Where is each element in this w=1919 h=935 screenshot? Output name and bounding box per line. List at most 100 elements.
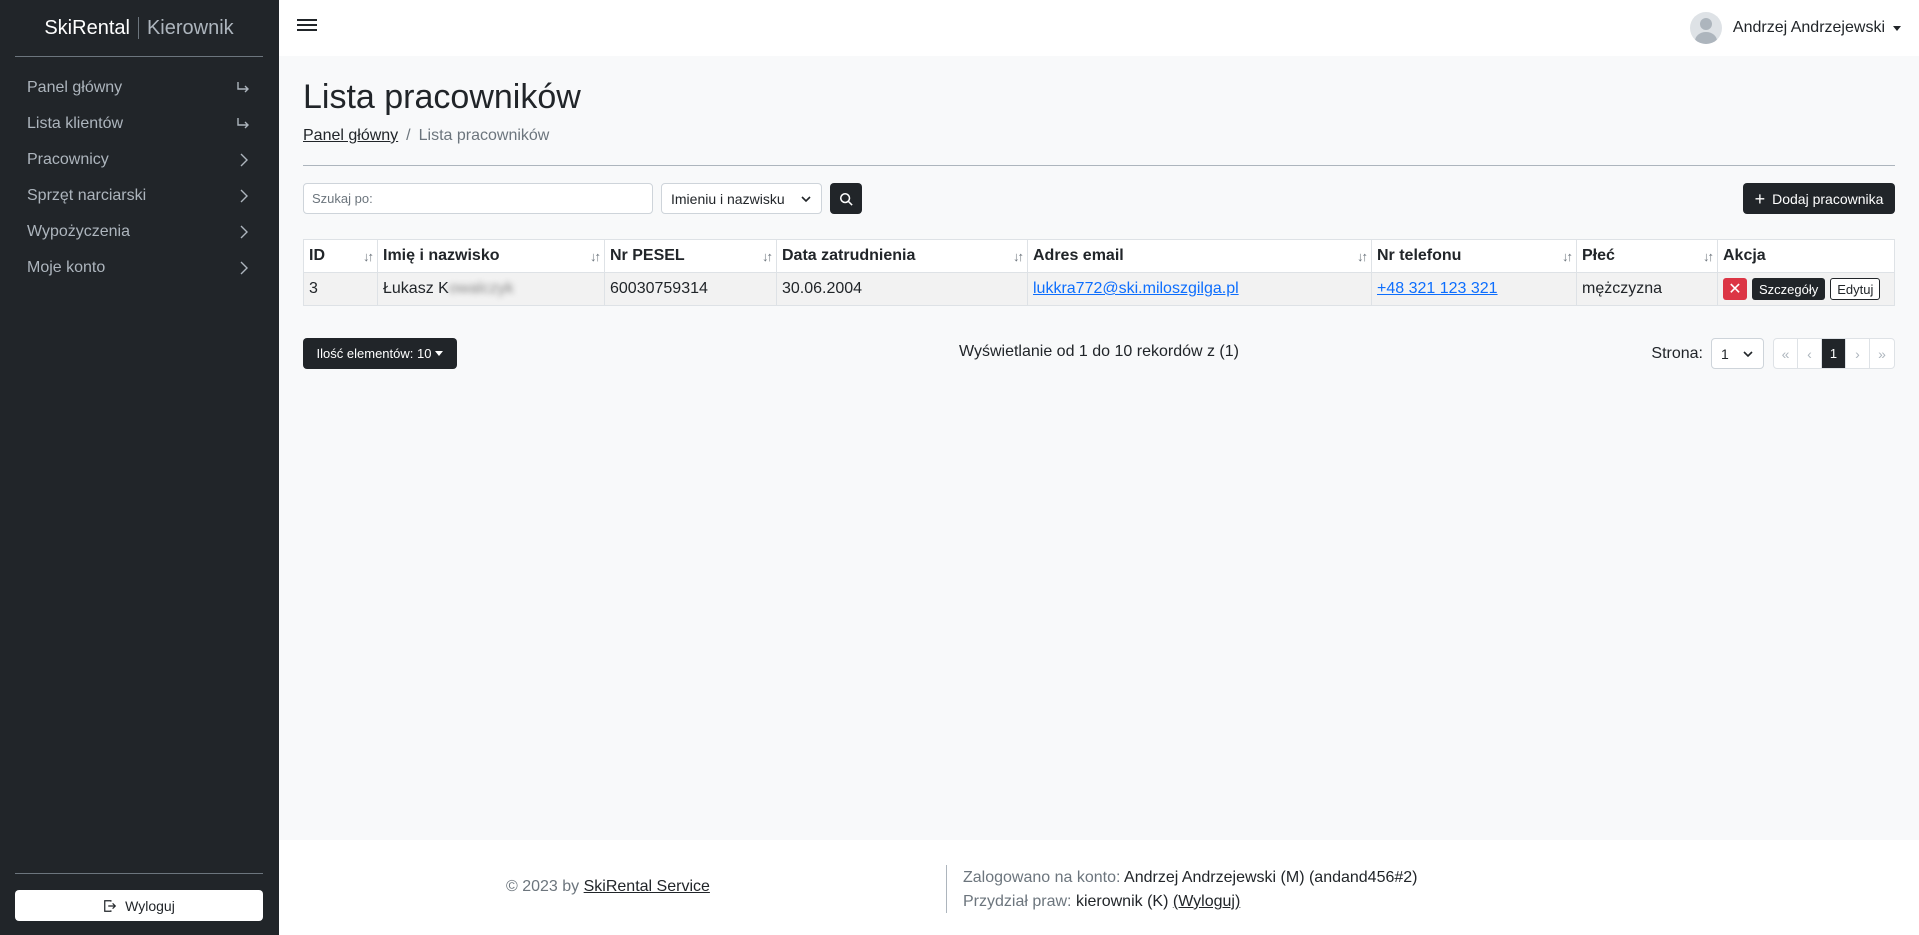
employees-table: ID ↓↑ Imię i nazwisko ↓↑ Nr PESEL ↓↑ Data z…: [303, 239, 1895, 306]
column-label: Imię i nazwisko: [383, 247, 500, 264]
column-label: Akcja: [1723, 247, 1766, 264]
arrow-return-right-icon: [237, 118, 249, 129]
column-header-hire-date[interactable]: Data zatrudnienia ↓↑: [776, 239, 1028, 273]
search-icon: [839, 192, 853, 206]
page-size-label: Ilość elementów: 10: [316, 346, 432, 361]
add-employee-button[interactable]: + Dodaj pracownika: [1743, 183, 1895, 214]
breadcrumb-home-link[interactable]: Panel główny: [303, 127, 398, 144]
copyright-text: © 2023 by: [506, 878, 580, 895]
column-header-gender[interactable]: Płeć ↓↑: [1576, 239, 1718, 273]
prev-page-icon[interactable]: ‹: [1798, 339, 1822, 368]
first-page-icon[interactable]: «: [1774, 339, 1798, 368]
rights-label: Przydział praw:: [963, 893, 1072, 910]
details-button[interactable]: Szczegóły: [1752, 278, 1826, 300]
column-label: Płeć: [1582, 247, 1615, 264]
column-header-email[interactable]: Adres email ↓↑: [1027, 239, 1372, 273]
table-row: 3 Łukasz Kowalczyk 60030759314 30.06.200…: [303, 272, 1895, 306]
sort-icon[interactable]: ↓↑: [1357, 249, 1368, 264]
breadcrumb: Panel główny / Lista pracowników: [303, 127, 549, 145]
sidebar-item-label: Lista klientów: [27, 115, 124, 132]
footer: © 2023 by SkiRental Service Zalogowano n…: [279, 840, 1919, 935]
arrow-return-right-icon: [237, 82, 249, 93]
page-title: Lista pracowników: [303, 78, 581, 116]
column-header-actions: Akcja: [1717, 239, 1895, 273]
page-select-value: 1: [1721, 345, 1729, 362]
next-page-icon[interactable]: ›: [1846, 339, 1870, 368]
chevron-right-icon: [240, 225, 248, 239]
delete-button[interactable]: ✕: [1723, 278, 1747, 300]
sidebar-item-label: Pracownicy: [27, 151, 109, 168]
sidebar-nav: Panel główny Lista klientów Pracownicy S…: [15, 70, 263, 286]
column-header-phone[interactable]: Nr telefonu ↓↑: [1371, 239, 1577, 273]
chevron-right-icon: [240, 189, 248, 203]
sidebar-item-label: Panel główny: [27, 79, 123, 96]
column-label: ID: [309, 247, 325, 264]
table-header-row: ID ↓↑ Imię i nazwisko ↓↑ Nr PESEL ↓↑ Data z…: [303, 239, 1895, 273]
breadcrumb-divider: /: [406, 127, 411, 144]
sidebar-item-label: Wypożyczenia: [27, 223, 131, 240]
sidebar-item-panel[interactable]: Panel główny: [15, 70, 263, 106]
column-label: Nr telefonu: [1377, 247, 1462, 264]
email-link[interactable]: lukkra772@ski.miloszgilga.pl: [1033, 280, 1239, 297]
brand-role: Kierownik: [146, 16, 234, 39]
sort-icon[interactable]: ↓↑: [590, 249, 601, 264]
chevron-right-icon: [240, 261, 248, 275]
brand-separator: [137, 17, 139, 39]
column-header-id[interactable]: ID ↓↑: [303, 239, 378, 273]
search-by-select[interactable]: Imieniu i nazwisku: [661, 183, 822, 214]
brand-name: SkiRental: [44, 16, 130, 39]
brand[interactable]: SkiRental Kierownik: [15, 0, 263, 57]
cell-pesel: 60030759314: [604, 272, 777, 306]
sidebar: SkiRental Kierownik Panel główny Lista k…: [0, 0, 279, 935]
caret-down-icon: [435, 351, 444, 356]
column-header-name[interactable]: Imię i nazwisko ↓↑: [377, 239, 605, 273]
search-button[interactable]: [830, 183, 862, 214]
page-size-dropdown[interactable]: Ilość elementów: 10: [303, 338, 457, 369]
sidebar-footer: Wyloguj: [15, 873, 263, 921]
sort-icon[interactable]: ↓↑: [762, 249, 773, 264]
cell-email: lukkra772@ski.miloszgilga.pl: [1027, 272, 1372, 306]
sidebar-item-account[interactable]: Moje konto: [15, 250, 263, 286]
sidebar-item-label: Moje konto: [27, 259, 106, 276]
sidebar-item-equipment[interactable]: Sprzęt narciarski: [15, 178, 263, 214]
footer-divider: [946, 865, 947, 913]
chevron-down-icon: [1743, 350, 1753, 357]
menu-toggle-icon[interactable]: [297, 16, 317, 36]
last-page-icon[interactable]: »: [1870, 339, 1894, 368]
page-buttons: « ‹ 1 › »: [1773, 338, 1895, 369]
cell-phone: +48 321 123 321: [1371, 272, 1577, 306]
sort-icon[interactable]: ↓↑: [363, 249, 374, 264]
cell-gender: mężczyzna: [1576, 272, 1718, 306]
footer-logout-link[interactable]: (Wyloguj): [1173, 893, 1240, 910]
logout-button[interactable]: Wyloguj: [15, 890, 263, 921]
page-button-current[interactable]: 1: [1822, 339, 1846, 368]
cell-hire-date: 30.06.2004: [776, 272, 1028, 306]
page-select[interactable]: 1: [1711, 338, 1764, 369]
sidebar-item-rentals[interactable]: Wypożyczenia: [15, 214, 263, 250]
divider: [303, 165, 1895, 166]
plus-icon: +: [1754, 188, 1766, 209]
edit-button[interactable]: Edytuj: [1830, 278, 1881, 300]
session-info: Zalogowano na konto: Andrzej Andrzejewsk…: [963, 866, 1418, 914]
search-input[interactable]: [303, 183, 653, 214]
sort-icon[interactable]: ↓↑: [1703, 249, 1714, 264]
sidebar-item-clients[interactable]: Lista klientów: [15, 106, 263, 142]
sort-icon[interactable]: ↓↑: [1013, 249, 1024, 264]
chevron-down-icon: [801, 195, 811, 202]
sort-icon[interactable]: ↓↑: [1562, 249, 1573, 264]
cell-actions: ✕ Szczegóły Edytuj: [1717, 272, 1895, 306]
column-header-pesel[interactable]: Nr PESEL ↓↑: [604, 239, 777, 273]
name-visible: Łukasz K: [383, 280, 449, 297]
search-by-value: Imieniu i nazwisku: [671, 190, 785, 207]
phone-link[interactable]: +48 321 123 321: [1377, 280, 1498, 297]
chevron-right-icon: [240, 153, 248, 167]
name-blurred: owalczyk: [448, 280, 514, 297]
column-label: Adres email: [1033, 247, 1124, 264]
company-link[interactable]: SkiRental Service: [584, 878, 710, 895]
logout-label: Wyloguj: [125, 897, 175, 914]
pagination: Strona: 1 « ‹ 1 › »: [1651, 338, 1895, 369]
cell-id: 3: [303, 272, 378, 306]
sidebar-item-employees[interactable]: Pracownicy: [15, 142, 263, 178]
page-label: Strona:: [1651, 344, 1703, 362]
user-menu[interactable]: Andrzej Andrzejewski: [1689, 12, 1901, 44]
